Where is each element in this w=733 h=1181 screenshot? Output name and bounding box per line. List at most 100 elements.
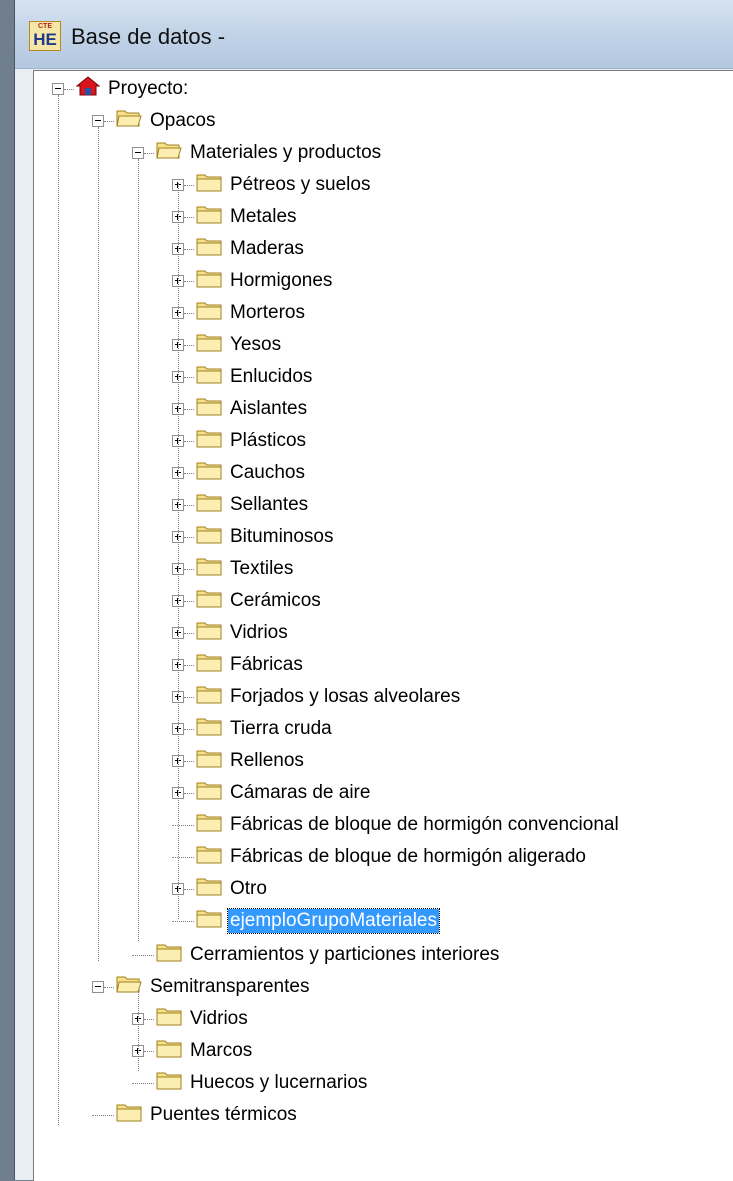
tree-guide-line [58, 95, 59, 1125]
tree-node-label: Cerramientos y particiones interiores [190, 944, 500, 965]
tree-node-label: ejemploGrupoMateriales [227, 908, 440, 934]
tree-node-material[interactable]: Morteros [172, 299, 307, 327]
tree-node-material[interactable]: Fábricas de bloque de hormigón aligerado [172, 843, 588, 871]
tree-node-semi-item[interactable]: Marcos [132, 1037, 254, 1065]
folder-icon [196, 588, 222, 614]
tree-node-label: Cauchos [230, 462, 305, 483]
folder-icon [196, 524, 222, 550]
folder-icon [156, 1006, 182, 1032]
tree-guide-line [138, 991, 139, 1071]
tree-node-label: Bituminosos [230, 526, 334, 547]
tree-node-material[interactable]: Rellenos [172, 747, 306, 775]
tree-connector [144, 1050, 154, 1052]
collapse-icon[interactable] [92, 115, 104, 127]
tree-connector [184, 536, 194, 538]
tree-node-label: Plásticos [230, 430, 307, 451]
tree-connector [184, 696, 194, 698]
tree-node-material[interactable]: Yesos [172, 331, 283, 359]
folder-icon [196, 300, 222, 326]
collapse-icon[interactable] [52, 83, 64, 95]
tree-node-label: Rellenos [230, 750, 304, 771]
tree-node-material[interactable]: Aislantes [172, 395, 309, 423]
tree-node-label: Puentes térmicos [150, 1104, 297, 1125]
title-bar[interactable]: CTE HE Base de datos - [15, 0, 733, 69]
tree-node-material[interactable]: Maderas [172, 235, 306, 263]
tree-connector [184, 248, 194, 250]
tree-node-material[interactable]: Textiles [172, 555, 295, 583]
tree-node-label: Otro [230, 878, 267, 899]
tree-connector [184, 216, 194, 218]
tree-node-label: Morteros [230, 302, 305, 323]
tree-node-material[interactable]: Tierra cruda [172, 715, 334, 743]
tree-node-material[interactable]: Plásticos [172, 427, 308, 455]
tree-node-label: Metales [230, 206, 297, 227]
tree-connector [184, 632, 194, 634]
folder-icon [196, 748, 222, 774]
tree-node-proyecto[interactable]: Proyecto: [52, 75, 190, 103]
tree-node-semitransparentes[interactable]: Semitransparentes [92, 973, 311, 1001]
tree-node-label: Yesos [230, 334, 282, 355]
tree-node-materiales[interactable]: Materiales y productos [132, 139, 383, 167]
folder-icon [196, 268, 222, 294]
tree-node-label: Aislantes [230, 398, 308, 419]
tree-guide-line [138, 159, 139, 941]
tree-node-label: Cámaras de aire [230, 782, 371, 803]
tree-connector [184, 792, 194, 794]
tree-node-puentes[interactable]: Puentes térmicos [92, 1101, 299, 1129]
collapse-icon[interactable] [132, 147, 144, 159]
tree-node-material[interactable]: Cámaras de aire [172, 779, 372, 807]
tree-node-label: Vidrios [190, 1008, 248, 1029]
tree-node-material[interactable]: Sellantes [172, 491, 310, 519]
tree-node-label: Enlucidos [230, 366, 313, 387]
tree-node-material[interactable]: Cauchos [172, 459, 307, 487]
database-window: CTE HE Base de datos - Proyecto: Opacos … [14, 0, 733, 1181]
tree-node-cerramientos[interactable]: Cerramientos y particiones interiores [132, 941, 501, 969]
tree-node-material[interactable]: Hormigones [172, 267, 334, 295]
tree-node-label: Vidrios [230, 622, 288, 643]
tree-node-label: Marcos [190, 1040, 253, 1061]
tree-connector [172, 824, 194, 826]
tree-connector [132, 1082, 154, 1084]
folder-icon [196, 332, 222, 358]
tree-connector [184, 440, 194, 442]
tree-node-material[interactable]: Otro [172, 875, 269, 903]
tree-node-material[interactable]: Bituminosos [172, 523, 336, 551]
tree-connector [104, 986, 114, 988]
folder-icon [196, 652, 222, 678]
tree-node-label: Sellantes [230, 494, 309, 515]
tree-node-material[interactable]: Vidrios [172, 619, 290, 647]
tree-node-label: Fábricas [230, 654, 303, 675]
folder-icon [196, 460, 222, 486]
tree-connector [184, 344, 194, 346]
folder-icon [196, 844, 222, 870]
folder-icon [196, 204, 222, 230]
tree-connector [64, 88, 74, 90]
tree-node-label: Huecos y lucernarios [190, 1072, 368, 1093]
tree-node-material[interactable]: Fábricas de bloque de hormigón convencio… [172, 811, 621, 839]
tree-node-label: Hormigones [230, 270, 333, 291]
tree-node-material[interactable]: Pétreos y suelos [172, 171, 372, 199]
tree-node-material[interactable]: ejemploGrupoMateriales [172, 907, 440, 935]
tree-view[interactable]: Proyecto: Opacos Materiales y productos … [33, 70, 733, 1181]
tree-connector [184, 504, 194, 506]
folder-icon [196, 364, 222, 390]
tree-node-semi-item[interactable]: Huecos y lucernarios [132, 1069, 369, 1097]
folder-icon [196, 908, 222, 934]
tree-node-semi-item[interactable]: Vidrios [132, 1005, 250, 1033]
tree-connector [184, 600, 194, 602]
folder-icon [196, 556, 222, 582]
tree-connector [132, 954, 154, 956]
app-icon: CTE HE [29, 21, 61, 51]
folder-icon [156, 942, 182, 968]
tree-node-opacos[interactable]: Opacos [92, 107, 217, 135]
tree-connector [92, 1114, 114, 1116]
tree-node-material[interactable]: Fábricas [172, 651, 305, 679]
folder-icon [196, 620, 222, 646]
tree-node-material[interactable]: Metales [172, 203, 299, 231]
collapse-icon[interactable] [92, 981, 104, 993]
tree-node-label: Forjados y losas alveolares [230, 686, 461, 707]
tree-node-material[interactable]: Enlucidos [172, 363, 314, 391]
tree-node-material[interactable]: Forjados y losas alveolares [172, 683, 462, 711]
tree-connector [184, 760, 194, 762]
tree-node-material[interactable]: Cerámicos [172, 587, 323, 615]
